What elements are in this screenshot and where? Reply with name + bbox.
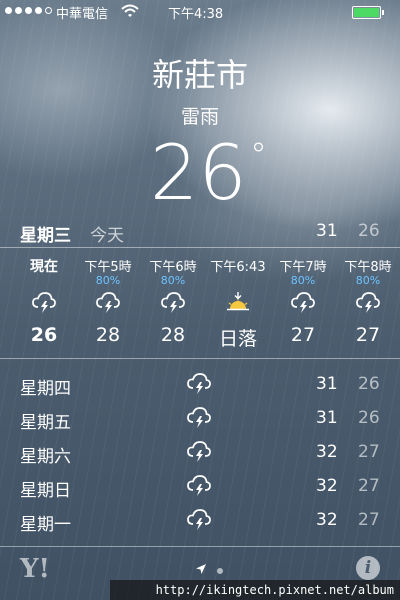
low-temp: 26 — [358, 408, 380, 428]
city-name: 新莊市 — [151, 56, 248, 94]
hour-label: 下午8時 — [344, 260, 392, 275]
high-temp: 32 — [316, 476, 338, 496]
hourly-item: 下午6:43 日落 — [206, 256, 270, 351]
thunderstorm-icon — [186, 507, 212, 538]
divider — [0, 247, 400, 248]
day-label: 星期六 — [20, 447, 71, 467]
thunderstorm-icon — [186, 473, 212, 504]
battery-icon — [352, 6, 384, 19]
daily-row: 星期一 32 27 — [0, 504, 400, 538]
high-temp: 31 — [316, 408, 338, 428]
hour-label: 下午5時 — [84, 260, 132, 275]
hour-value: 日落 — [218, 328, 257, 350]
thunderstorm-icon — [186, 405, 212, 436]
today-low: 26 — [358, 221, 380, 241]
hour-value: 26 — [30, 324, 58, 346]
precip-probability: 80% — [160, 274, 186, 287]
daily-row: 星期六 32 27 — [0, 436, 400, 470]
hour-label: 下午6時 — [149, 260, 197, 275]
sunset-icon — [206, 290, 270, 324]
hourly-forecast[interactable]: 現在 26 下午5時 80% 28 下午6時 80% 28 下午6:43 日落 … — [0, 256, 400, 356]
hour-value: 27 — [290, 324, 316, 346]
precip-probability — [206, 274, 270, 290]
location-arrow-icon[interactable] — [195, 563, 207, 575]
hour-label: 下午7時 — [279, 260, 327, 275]
today-high: 31 — [316, 221, 338, 241]
precip-probability: 80% — [95, 274, 121, 287]
high-temp: 32 — [316, 510, 338, 530]
precip-probability — [12, 274, 76, 290]
watermark: http://ikingtech.pixnet.net/album — [110, 580, 400, 600]
status-bar: 中華電信 下午4:38 — [0, 0, 400, 24]
thunderstorm-icon — [141, 290, 205, 324]
degree-symbol: ° — [250, 136, 267, 176]
daily-forecast: 星期四 31 26 星期五 31 26 星期六 32 27 星期日 32 27 … — [0, 368, 400, 538]
divider — [0, 358, 400, 359]
day-label: 星期日 — [20, 481, 71, 501]
thunderstorm-icon — [12, 290, 76, 324]
wifi-icon — [121, 4, 139, 17]
divider — [0, 546, 400, 547]
today-summary-row: 星期三 今天 31 26 — [0, 220, 400, 246]
high-temp: 31 — [316, 374, 338, 394]
current-temperature: 26 — [150, 128, 247, 217]
hourly-item: 下午5時 80% 28 — [76, 256, 140, 346]
hour-label: 現在 — [30, 259, 58, 275]
page-indicator-dot[interactable] — [217, 568, 223, 574]
daily-row: 星期五 31 26 — [0, 402, 400, 436]
hourly-item: 下午6時 80% 28 — [141, 256, 205, 346]
signal-strength-icon — [5, 7, 52, 14]
thunderstorm-icon — [76, 290, 140, 324]
carrier-name: 中華電信 — [56, 7, 109, 22]
low-temp: 27 — [358, 476, 380, 496]
hour-value: 28 — [95, 324, 121, 346]
weather-condition: 雷雨 — [180, 106, 219, 128]
low-temp: 27 — [358, 442, 380, 462]
hourly-item: 下午7時 80% 27 — [271, 256, 335, 346]
day-label: 星期五 — [20, 413, 71, 433]
thunderstorm-icon — [186, 439, 212, 470]
clock: 下午4:38 — [168, 7, 224, 22]
hour-label: 下午6:43 — [210, 260, 266, 275]
day-label: 星期四 — [20, 379, 71, 399]
today-label: 今天 — [90, 226, 124, 246]
today-day: 星期三 — [20, 226, 71, 246]
low-temp: 26 — [358, 374, 380, 394]
hourly-item: 現在 26 — [12, 256, 76, 346]
day-label: 星期一 — [20, 515, 71, 535]
hour-value: 27 — [355, 324, 381, 346]
high-temp: 32 — [316, 442, 338, 462]
yahoo-logo-icon[interactable]: Y! — [20, 554, 50, 584]
hourly-item: 下午8時 80% 27 — [336, 256, 400, 346]
low-temp: 27 — [358, 510, 380, 530]
hour-value: 28 — [160, 324, 186, 346]
thunderstorm-icon — [271, 290, 335, 324]
daily-row: 星期四 31 26 — [0, 368, 400, 402]
precip-probability: 80% — [355, 274, 381, 287]
daily-row: 星期日 32 27 — [0, 470, 400, 504]
precip-probability: 80% — [290, 274, 316, 287]
thunderstorm-icon — [336, 290, 400, 324]
info-icon[interactable]: i — [356, 556, 380, 580]
thunderstorm-icon — [186, 371, 212, 402]
